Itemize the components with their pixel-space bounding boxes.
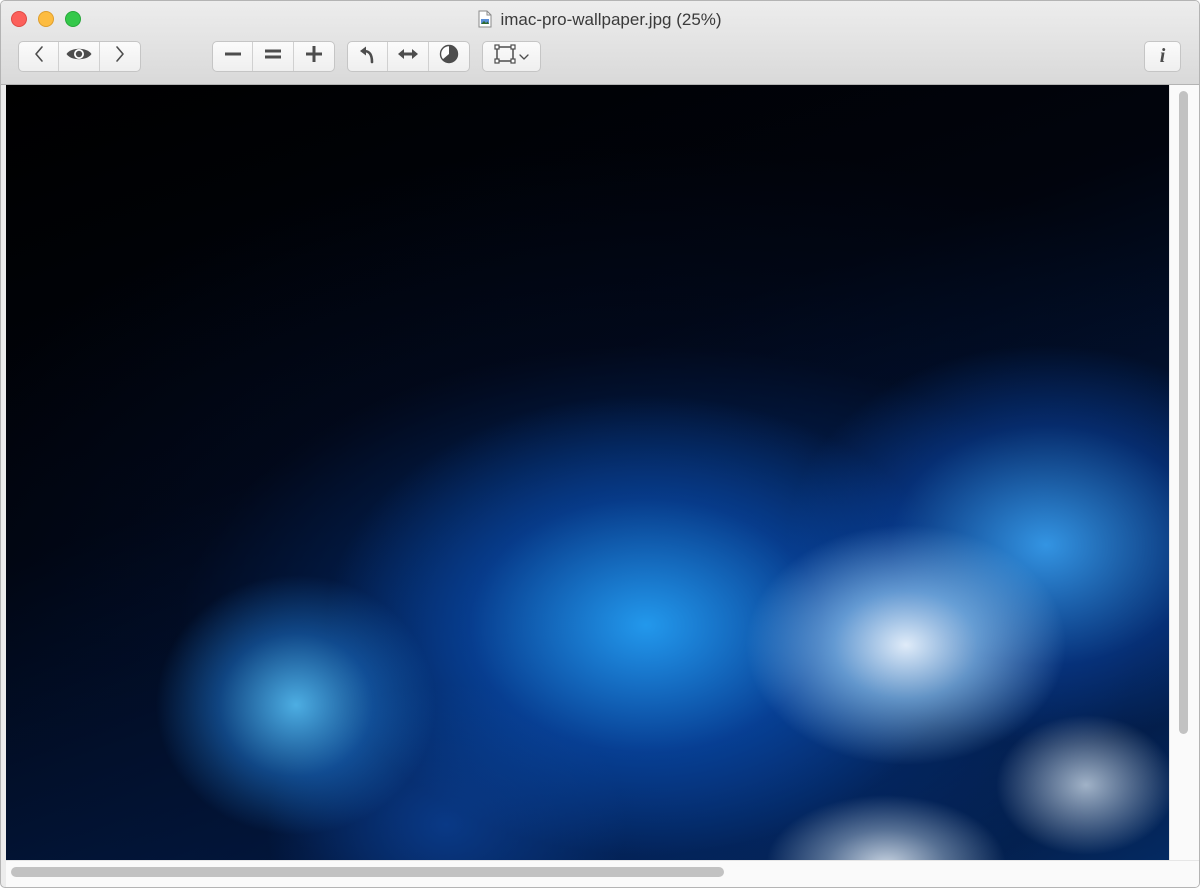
vertical-scrollbar[interactable] <box>1169 85 1199 860</box>
chevron-down-icon <box>519 48 529 66</box>
info-button[interactable]: i <box>1145 42 1180 71</box>
selection-tool-button[interactable] <box>483 42 540 71</box>
chevron-right-icon <box>114 45 126 68</box>
zoom-button-group <box>212 41 335 72</box>
window-title-area: imac-pro-wallpaper.jpg (25%) <box>1 9 1199 34</box>
eye-icon <box>65 45 93 68</box>
flip-button[interactable] <box>388 42 429 71</box>
minus-icon <box>224 45 242 68</box>
next-button[interactable] <box>100 42 140 71</box>
image-canvas[interactable] <box>6 85 1169 860</box>
chevron-left-icon <box>33 45 45 68</box>
selection-button-group <box>482 41 541 72</box>
title-bar[interactable]: imac-pro-wallpaper.jpg (25%) i <box>1 1 1199 85</box>
preview-window: imac-pro-wallpaper.jpg (25%) i <box>0 0 1200 888</box>
rotate-left-arrow-icon <box>358 44 378 69</box>
vertical-scroll-thumb[interactable] <box>1179 91 1188 734</box>
rectangular-selection-icon <box>494 44 516 69</box>
horizontal-scrollbar[interactable] <box>6 860 1199 887</box>
contrast-circle-icon <box>439 44 459 69</box>
plus-icon <box>305 45 323 68</box>
window-title: imac-pro-wallpaper.jpg (25%) <box>500 10 722 29</box>
adjust-color-button[interactable] <box>429 42 469 71</box>
zoom-out-button[interactable] <box>213 42 254 71</box>
actual-size-button[interactable] <box>253 42 294 71</box>
info-icon: i <box>1159 45 1166 67</box>
horizontal-scroll-thumb[interactable] <box>11 867 724 877</box>
quick-look-button[interactable] <box>59 42 100 71</box>
navigation-button-group <box>18 41 141 72</box>
jpeg-document-icon[interactable] <box>478 10 492 34</box>
info-button-group: i <box>1144 41 1181 72</box>
rotate-button[interactable] <box>348 42 389 71</box>
horizontal-double-arrow-icon <box>397 46 419 67</box>
previous-button[interactable] <box>19 42 60 71</box>
zoom-in-button[interactable] <box>294 42 334 71</box>
edit-button-group <box>347 41 470 72</box>
equals-icon <box>264 45 282 68</box>
